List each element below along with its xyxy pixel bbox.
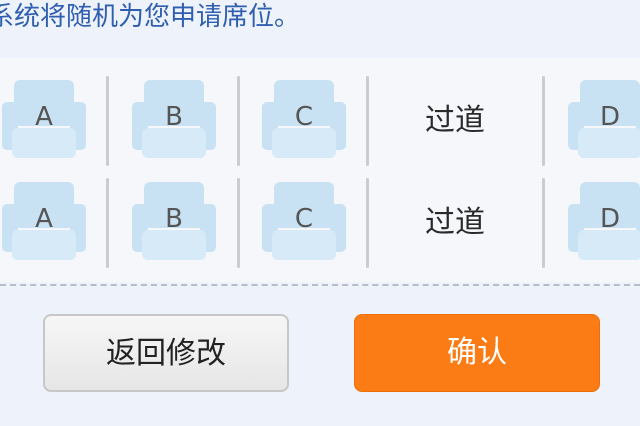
seat-row: A B C 过道 D bbox=[0, 178, 640, 268]
seat-a[interactable]: A bbox=[2, 80, 86, 162]
seat-divider bbox=[366, 76, 369, 166]
seat-b[interactable]: B bbox=[132, 80, 216, 162]
dashed-divider bbox=[0, 284, 640, 286]
notice-label: 系统将随机为您申请席位。 bbox=[0, 2, 301, 32]
seat-label: C bbox=[294, 204, 314, 234]
seat-label: A bbox=[35, 102, 53, 132]
seat-label: C bbox=[294, 102, 314, 132]
aisle-label: 过道 bbox=[425, 103, 485, 138]
seat-divider bbox=[106, 76, 109, 166]
seat-divider bbox=[542, 76, 545, 166]
seat-a[interactable]: A bbox=[2, 182, 86, 264]
aisle-label: 过道 bbox=[425, 205, 485, 240]
seat-row: A B C 过道 D bbox=[0, 76, 640, 166]
seat-label: B bbox=[165, 102, 183, 132]
seat-divider bbox=[106, 178, 109, 268]
confirm-button[interactable]: 确认 bbox=[354, 314, 600, 392]
seat-label: B bbox=[165, 204, 183, 234]
seat-divider bbox=[237, 178, 240, 268]
seat-label: D bbox=[599, 102, 621, 132]
seat-d[interactable]: D bbox=[568, 80, 640, 162]
seat-d[interactable]: D bbox=[568, 182, 640, 264]
notice-text: 系统将随机为您申请席位。 bbox=[0, 0, 640, 38]
seat-label: A bbox=[35, 204, 53, 234]
back-modify-button[interactable]: 返回修改 bbox=[43, 314, 289, 392]
seat-divider bbox=[542, 178, 545, 268]
seat-b[interactable]: B bbox=[132, 182, 216, 264]
seat-c[interactable]: C bbox=[262, 80, 346, 162]
seat-c[interactable]: C bbox=[262, 182, 346, 264]
seat-label: D bbox=[599, 204, 621, 234]
seat-map: A B C 过道 D A B C 过道 D bbox=[0, 58, 640, 282]
seat-divider bbox=[366, 178, 369, 268]
seat-divider bbox=[237, 76, 240, 166]
